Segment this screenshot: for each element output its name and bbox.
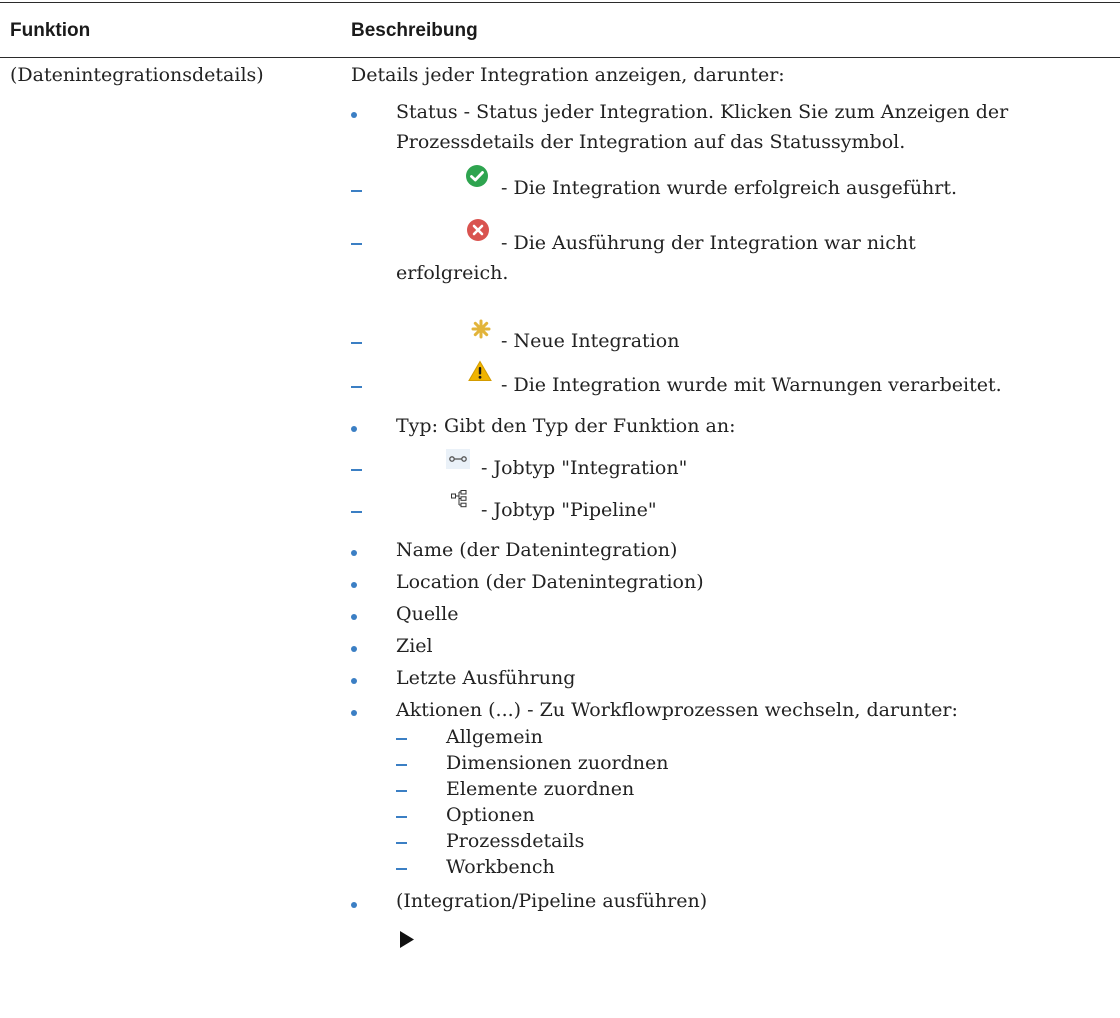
dash-marker [396, 790, 407, 792]
header-function: Funktion [10, 20, 91, 41]
intro-text: Details jeder Integration anzeigen, daru… [351, 64, 785, 86]
status-failed-text-line1: - Die Ausführung der Integration war nic… [501, 232, 916, 254]
list-item: Aktionen (...) - Zu Workflowprozessen we… [396, 699, 958, 721]
dash-marker [351, 243, 362, 245]
list-item: Quelle [396, 603, 459, 625]
status-success-text: - Die Integration wurde erfolgreich ausg… [501, 177, 958, 199]
bullet-marker [351, 614, 357, 620]
bullet-marker [351, 112, 357, 118]
x-circle-icon [467, 219, 489, 241]
bullet-marker [351, 426, 357, 432]
list-item: Location (der Datenintegration) [396, 571, 704, 593]
bullet-marker [351, 710, 357, 716]
pipeline-job-icon [451, 490, 467, 508]
status-new-text: - Neue Integration [501, 330, 680, 352]
bullet-marker [351, 646, 357, 652]
sub-list-item: Dimensionen zuordnen [446, 752, 669, 774]
dash-marker [396, 816, 407, 818]
dash-marker [396, 868, 407, 870]
bullet-marker [351, 902, 357, 908]
dash-marker [351, 469, 362, 471]
status-text-line2: Prozessdetails der Integration auf das S… [396, 131, 906, 153]
check-circle-icon [466, 165, 488, 187]
bullet-marker [351, 550, 357, 556]
sub-list-item: Elemente zuordnen [446, 778, 635, 800]
dash-marker [396, 842, 407, 844]
status-text-line1: Status - Status jeder Integration. Klick… [396, 101, 1009, 123]
dash-marker [351, 511, 362, 513]
dash-marker [396, 764, 407, 766]
sub-list-item: Workbench [446, 856, 555, 878]
list-item: (Integration/Pipeline ausführen) [396, 890, 708, 912]
header-description: Beschreibung [351, 20, 478, 41]
function-cell: (Datenintegrationsdetails) [10, 64, 264, 86]
type-pipeline-text: - Jobtyp "Pipeline" [481, 499, 657, 521]
sub-list-item: Allgemein [446, 726, 543, 748]
sub-list-item: Prozessdetails [446, 830, 585, 852]
list-item: Ziel [396, 635, 433, 657]
list-item: Name (der Datenintegration) [396, 539, 678, 561]
header-rule [0, 57, 1120, 58]
dash-marker [351, 190, 362, 192]
status-warning-text: - Die Integration wurde mit Warnungen ve… [501, 374, 1002, 396]
type-text: Typ: Gibt den Typ der Funktion an: [396, 415, 736, 437]
sub-list-item: Optionen [446, 804, 535, 826]
warning-triangle-icon [468, 360, 492, 381]
table-top-rule [0, 2, 1120, 3]
integration-job-icon [446, 449, 470, 469]
dash-marker [396, 738, 407, 740]
asterisk-icon [471, 319, 491, 339]
play-icon [400, 931, 414, 948]
status-failed-text-line2: erfolgreich. [396, 262, 509, 284]
type-integration-text: - Jobtyp "Integration" [481, 457, 688, 479]
dash-marker [351, 386, 362, 388]
bullet-marker [351, 582, 357, 588]
list-item: Letzte Ausführung [396, 667, 576, 689]
bullet-marker [351, 678, 357, 684]
dash-marker [351, 342, 362, 344]
